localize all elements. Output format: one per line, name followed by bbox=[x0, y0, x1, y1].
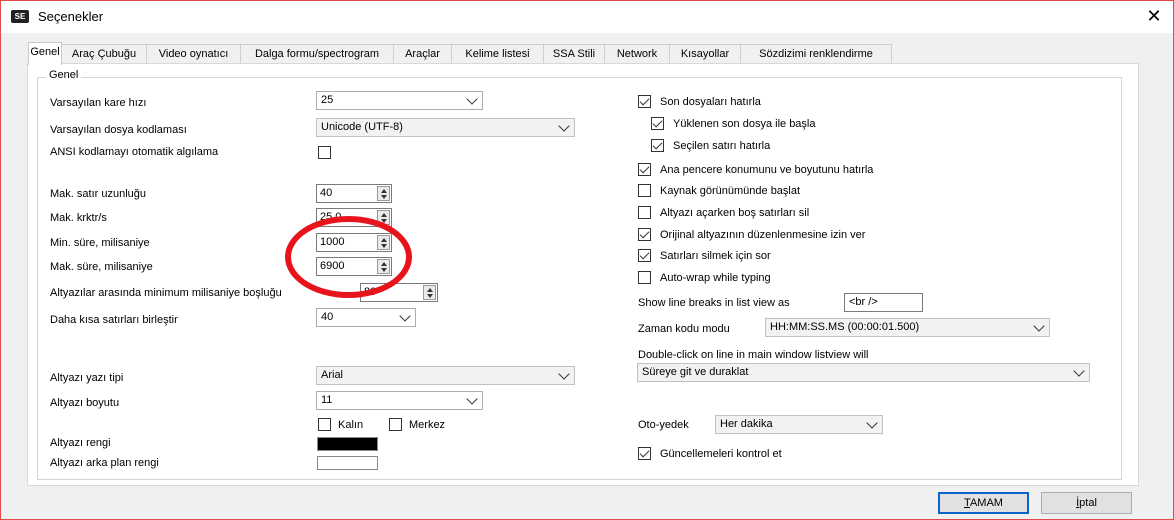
remember-window-label: Ana pencere konumunu ve boyutunu hatırla bbox=[660, 164, 874, 176]
font-label: Altyazı yazı tipi bbox=[50, 372, 124, 384]
tab-sozdizimi[interactable]: Sözdizimi renklendirme bbox=[740, 44, 892, 64]
autobackup-label: Oto-yedek bbox=[638, 419, 689, 431]
tab-dalga-formu[interactable]: Dalga formu/spectrogram bbox=[240, 44, 394, 64]
window-title: Seçenekler bbox=[38, 9, 104, 24]
start-last-label: Yüklenen son dosya ile başla bbox=[673, 118, 816, 130]
prompt-delete-checkbox[interactable] bbox=[638, 249, 651, 262]
allow-edit-label: Orijinal altyazının düzenlenmesine izin … bbox=[660, 229, 866, 241]
ok-button[interactable]: TAMAM bbox=[938, 492, 1029, 514]
line-breaks-label: Show line breaks in list view as bbox=[638, 297, 790, 309]
source-view-checkbox[interactable] bbox=[638, 184, 651, 197]
encoding-value: Unicode (UTF-8) bbox=[321, 121, 403, 133]
min-gap-label: Altyazılar arasında minimum milisaniye b… bbox=[50, 287, 282, 299]
group-title: Genel bbox=[46, 69, 82, 81]
cancel-button[interactable]: İptal bbox=[1041, 492, 1132, 514]
autowrap-label: Auto-wrap while typing bbox=[660, 272, 771, 284]
ansi-checkbox[interactable] bbox=[318, 146, 331, 159]
chevron-down-icon bbox=[399, 310, 411, 322]
chevron-down-icon bbox=[558, 368, 570, 380]
center-checkbox[interactable] bbox=[389, 418, 402, 431]
prompt-delete-label: Satırları silmek için sor bbox=[660, 250, 771, 262]
bg-color-label: Altyazı arka plan rengi bbox=[50, 457, 159, 469]
dblclick-value: Süreye git ve duraklat bbox=[642, 366, 749, 378]
remove-blank-checkbox[interactable] bbox=[638, 206, 651, 219]
dblclick-label: Double-click on line in main window list… bbox=[638, 349, 869, 361]
tab-arac-cubugu[interactable]: Araç Çubuğu bbox=[61, 44, 147, 64]
bold-checkbox[interactable] bbox=[318, 418, 331, 431]
cancel-label: ptal bbox=[1079, 497, 1097, 509]
remember-files-checkbox[interactable] bbox=[638, 95, 651, 108]
line-breaks-input[interactable]: <br /> bbox=[844, 293, 923, 312]
autobackup-value: Her dakika bbox=[720, 418, 773, 430]
close-icon[interactable]: ✕ bbox=[1141, 5, 1167, 27]
max-line-input[interactable]: 40 bbox=[316, 184, 392, 203]
chevron-down-icon bbox=[466, 393, 478, 405]
dblclick-combo[interactable]: Süreye git ve duraklat bbox=[637, 363, 1090, 382]
spinner-icon[interactable] bbox=[377, 186, 390, 201]
tab-genel[interactable]: Genel bbox=[28, 42, 62, 65]
chevron-down-icon bbox=[558, 120, 570, 132]
source-view-label: Kaynak görünümünde başlat bbox=[660, 185, 801, 197]
app-icon: SE bbox=[11, 10, 29, 23]
frame-rate-label: Varsayılan kare hızı bbox=[50, 97, 147, 109]
timecode-combo[interactable]: HH:MM:SS.MS (00:00:01.500) bbox=[765, 318, 1050, 337]
autowrap-checkbox[interactable] bbox=[638, 271, 651, 284]
chevron-down-icon bbox=[866, 417, 878, 429]
merge-short-combo[interactable]: 40 bbox=[316, 308, 416, 327]
title-bar: SE Seçenekler ✕ bbox=[1, 1, 1173, 33]
remember-line-checkbox[interactable] bbox=[651, 139, 664, 152]
spinner-icon[interactable] bbox=[423, 285, 436, 300]
frame-rate-combo[interactable]: 25 bbox=[316, 91, 483, 110]
merge-short-label: Daha kısa satırları birleştir bbox=[50, 314, 178, 326]
timecode-value: HH:MM:SS.MS (00:00:01.500) bbox=[770, 321, 920, 333]
check-updates-checkbox[interactable] bbox=[638, 447, 651, 460]
font-size-label: Altyazı boyutu bbox=[50, 397, 120, 409]
remember-window-checkbox[interactable] bbox=[638, 163, 651, 176]
tab-kelime-listesi[interactable]: Kelime listesi bbox=[451, 44, 544, 64]
remove-blank-label: Altyazı açarken boş satırları sil bbox=[660, 207, 810, 219]
options-window: SE Seçenekler ✕ Genel Araç Çubuğu Video … bbox=[0, 0, 1174, 520]
ansi-label: ANSI kodlamayı otomatik algılama bbox=[50, 146, 219, 158]
start-last-checkbox[interactable] bbox=[651, 117, 664, 130]
general-group bbox=[37, 77, 1122, 480]
remember-line-label: Seçilen satırı hatırla bbox=[673, 140, 771, 152]
timecode-label: Zaman kodu modu bbox=[638, 323, 730, 335]
color-label: Altyazı rengi bbox=[50, 437, 111, 449]
max-line-label: Mak. satır uzunluğu bbox=[50, 188, 146, 200]
remember-files-label: Son dosyaları hatırla bbox=[660, 96, 761, 108]
tab-video-oynatici[interactable]: Video oynatıcı bbox=[146, 44, 241, 64]
chevron-down-icon bbox=[466, 93, 478, 105]
chevron-down-icon bbox=[1073, 365, 1085, 377]
bold-label: Kalın bbox=[338, 419, 364, 431]
font-size-combo[interactable]: 11 bbox=[316, 391, 483, 410]
check-updates-label: Güncellemeleri kontrol et bbox=[660, 448, 782, 460]
chevron-down-icon bbox=[1033, 320, 1045, 332]
max-duration-label: Mak. süre, milisaniye bbox=[50, 261, 153, 273]
tab-araclar[interactable]: Araçlar bbox=[393, 44, 452, 64]
ok-label: AMAM bbox=[969, 497, 1003, 509]
frame-rate-value: 25 bbox=[321, 94, 334, 106]
tab-ssa-stili[interactable]: SSA Stili bbox=[543, 44, 605, 64]
autobackup-combo[interactable]: Her dakika bbox=[715, 415, 883, 434]
min-duration-label: Min. süre, milisaniye bbox=[50, 237, 150, 249]
max-cps-label: Mak. krktr/s bbox=[50, 212, 107, 224]
encoding-combo[interactable]: Unicode (UTF-8) bbox=[316, 118, 575, 137]
encoding-label: Varsayılan dosya kodlaması bbox=[50, 124, 187, 136]
merge-short-value: 40 bbox=[321, 311, 334, 323]
red-annotation-circle bbox=[285, 216, 412, 298]
bg-color-swatch[interactable] bbox=[317, 456, 378, 470]
tab-kisayollar[interactable]: Kısayollar bbox=[669, 44, 741, 64]
font-combo[interactable]: Arial bbox=[316, 366, 575, 385]
center-label: Merkez bbox=[409, 419, 446, 431]
font-value: Arial bbox=[321, 369, 344, 381]
font-size-value: 11 bbox=[321, 394, 333, 406]
tab-network[interactable]: Network bbox=[604, 44, 670, 64]
color-swatch[interactable] bbox=[317, 437, 378, 451]
max-line-value: 40 bbox=[320, 187, 333, 199]
allow-edit-checkbox[interactable] bbox=[638, 228, 651, 241]
